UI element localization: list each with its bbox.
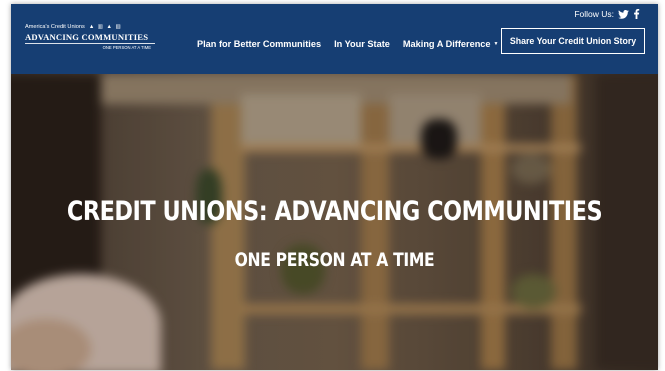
- site-header: America's Credit Unions ▲ ▥ ▲ ▥ ADVANCIN…: [11, 4, 658, 74]
- hero-banner: CREDIT UNIONS: ADVANCING COMMUNITIES ONE…: [11, 74, 658, 370]
- caret-down-icon: ▼: [493, 41, 499, 47]
- follow-us: Follow Us:: [574, 9, 640, 19]
- hero-title: CREDIT UNIONS: ADVANCING COMMUNITIES: [66, 196, 603, 228]
- nav-plan-for-better-communities[interactable]: Plan for Better Communities: [197, 39, 321, 49]
- logo-subtitle: ONE PERSON AT A TIME: [102, 45, 151, 50]
- hero-subtitle: ONE PERSON AT A TIME: [234, 248, 435, 271]
- nav-making-a-difference-label: Making A Difference: [402, 39, 491, 49]
- facebook-icon[interactable]: [633, 9, 640, 19]
- main-nav: Plan for Better Communities In Your Stat…: [197, 39, 498, 49]
- share-story-button[interactable]: Share Your Credit Union Story: [501, 28, 645, 54]
- site-logo[interactable]: America's Credit Unions ▲ ▥ ▲ ▥ ADVANCIN…: [25, 24, 155, 50]
- twitter-icon[interactable]: [618, 9, 629, 19]
- logo-buildings-icon: ▲ ▥ ▲ ▥: [88, 24, 122, 30]
- logo-tagline: America's Credit Unions: [25, 24, 85, 30]
- browser-viewport: America's Credit Unions ▲ ▥ ▲ ▥ ADVANCIN…: [11, 4, 658, 370]
- logo-title: ADVANCING COMMUNITIES: [25, 32, 155, 44]
- follow-label: Follow Us:: [574, 9, 614, 19]
- nav-making-a-difference[interactable]: Making A Difference ▼: [403, 39, 499, 49]
- nav-in-your-state[interactable]: In Your State: [334, 39, 390, 49]
